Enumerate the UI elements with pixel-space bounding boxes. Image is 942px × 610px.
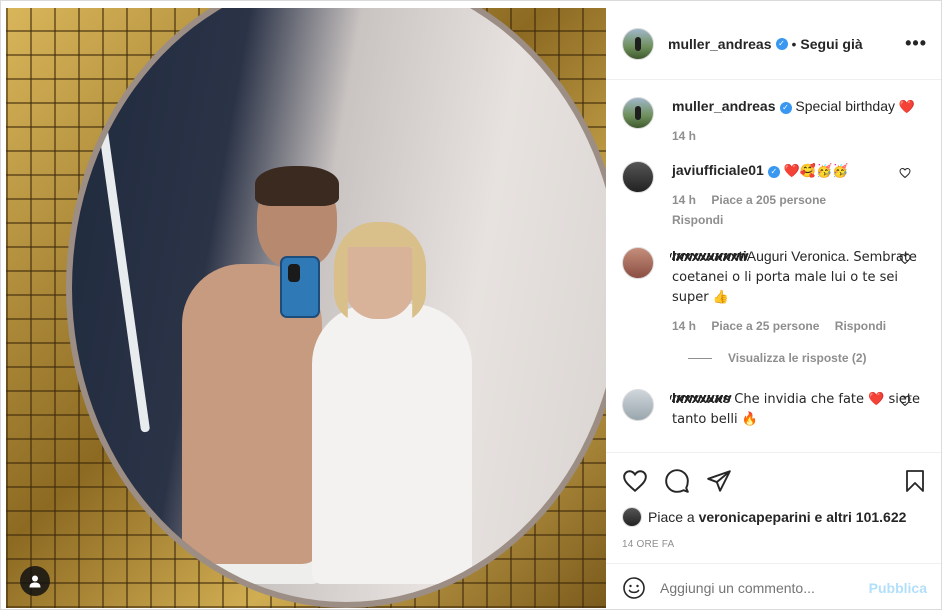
liker-avatar[interactable] [622, 507, 642, 527]
reply-button[interactable]: Rispondi [672, 213, 723, 227]
caption-author[interactable]: muller_andreas [672, 98, 776, 114]
post-modal: muller_andreas ✓ • Segui già ••• muller_… [0, 0, 942, 610]
comment-composer: Pubblica [606, 563, 941, 609]
verified-badge-icon: ✓ [779, 102, 792, 114]
post-timestamp[interactable]: 14 ORE FA [622, 539, 927, 550]
likes-summary: Piace a veronicapeparini e altri 101.622 [622, 507, 927, 527]
comment-item: lxxxxxxs Che invidia che fate ❤️ siete t… [622, 389, 927, 429]
post-header: muller_andreas ✓ • Segui già ••• [606, 8, 941, 80]
commenter-avatar[interactable] [622, 247, 654, 279]
comment-author-redacted[interactable]: lxxxxxxs [669, 389, 733, 407]
like-comment-heart-icon[interactable] [899, 395, 911, 407]
caption-text: Special birthday [795, 98, 896, 114]
caption: muller_andreas ✓ Special birthday ❤️ 14 h [622, 97, 927, 145]
caption-heart-emoji: ❤️ [898, 100, 916, 115]
view-replies-button[interactable]: Visualizza le risposte (2) [688, 351, 927, 365]
likes-prefix: Piace a [648, 509, 695, 525]
comment-time[interactable]: 14 h [672, 193, 696, 207]
mirror-image [66, 8, 606, 608]
liker-username[interactable]: veronicapeparini [699, 509, 811, 525]
share-direct-icon[interactable] [706, 468, 732, 494]
comment-input[interactable] [660, 579, 869, 596]
commenter-avatar[interactable] [622, 161, 654, 193]
post-comment-button[interactable]: Pubblica [869, 580, 927, 596]
user-icon [29, 575, 41, 588]
comment-body: lxxxxxxxxtiAuguri Veronica. Sembrate coe… [670, 247, 927, 335]
comment-meta: 14 h Piace a 25 persone Rispondi [672, 317, 927, 335]
comment-likes[interactable]: Piace a 25 persone [711, 319, 819, 333]
shower-rod [82, 15, 151, 433]
more-options-icon[interactable]: ••• [905, 33, 927, 54]
post-photo[interactable] [6, 8, 606, 608]
likes-suffix[interactable]: e altri [815, 509, 852, 525]
author-username[interactable]: muller_andreas [668, 36, 772, 52]
replies-divider [688, 357, 712, 359]
caption-author-avatar[interactable] [622, 97, 654, 129]
save-bookmark-icon[interactable] [903, 468, 927, 494]
post-actions: Piace a veronicapeparini e altri 101.622… [606, 452, 941, 550]
author-avatar[interactable] [622, 27, 654, 60]
post-sidebar: muller_andreas ✓ • Segui già ••• muller_… [606, 8, 941, 609]
caption-time: 14 h [672, 129, 697, 143]
comment-author-redacted[interactable]: lxxxxxxxxti [670, 247, 749, 265]
comment-text-line1: Auguri Veronica. [746, 248, 850, 264]
caption-meta: 14 h [672, 127, 927, 145]
man-hair [255, 166, 339, 206]
reply-button[interactable]: Rispondi [835, 319, 886, 333]
comment-item: lxxxxxxxxtiAuguri Veronica. Sembrate coe… [622, 247, 927, 335]
tagged-users-button[interactable] [20, 566, 50, 596]
like-comment-heart-icon[interactable] [899, 253, 911, 265]
follow-state-button[interactable]: Segui già [800, 36, 862, 52]
action-icons [622, 461, 927, 501]
comment-time[interactable]: 14 h [672, 319, 696, 333]
comment-item: javiufficiale01 ✓ ❤️🥰🥳🥳 14 h Piace a 205 … [622, 161, 927, 229]
comment-body: javiufficiale01 ✓ ❤️🥰🥳🥳 14 h Piace a 205 … [672, 161, 927, 229]
comment-body: lxxxxxxs Che invidia che fate ❤️ siete t… [669, 389, 927, 429]
comment-meta: 14 h Piace a 205 persone Rispondi [672, 191, 927, 229]
verified-badge-icon: ✓ [775, 37, 788, 50]
commenter-avatar[interactable] [622, 389, 654, 421]
separator-dot: • [791, 35, 797, 52]
comments-list[interactable]: muller_andreas ✓ Special birthday ❤️ 14 h… [606, 81, 941, 451]
comment-likes[interactable]: Piace a 205 persone [711, 193, 826, 207]
woman-robe [312, 304, 472, 584]
verified-badge-icon: ✓ [767, 166, 780, 178]
likes-count[interactable]: 101.622 [856, 509, 907, 525]
phone [280, 256, 320, 318]
view-replies-label: Visualizza le risposte (2) [728, 351, 867, 365]
caption-body: muller_andreas ✓ Special birthday ❤️ 14 h [672, 97, 927, 145]
like-heart-icon[interactable] [622, 468, 648, 494]
comment-author[interactable]: javiufficiale01 [672, 162, 764, 178]
comment-bubble-icon[interactable] [664, 468, 690, 494]
comment-text: ❤️🥰🥳🥳 [783, 164, 849, 179]
emoji-picker-icon[interactable] [622, 576, 646, 600]
like-comment-heart-icon[interactable] [899, 167, 911, 179]
phone-camera [288, 264, 300, 282]
